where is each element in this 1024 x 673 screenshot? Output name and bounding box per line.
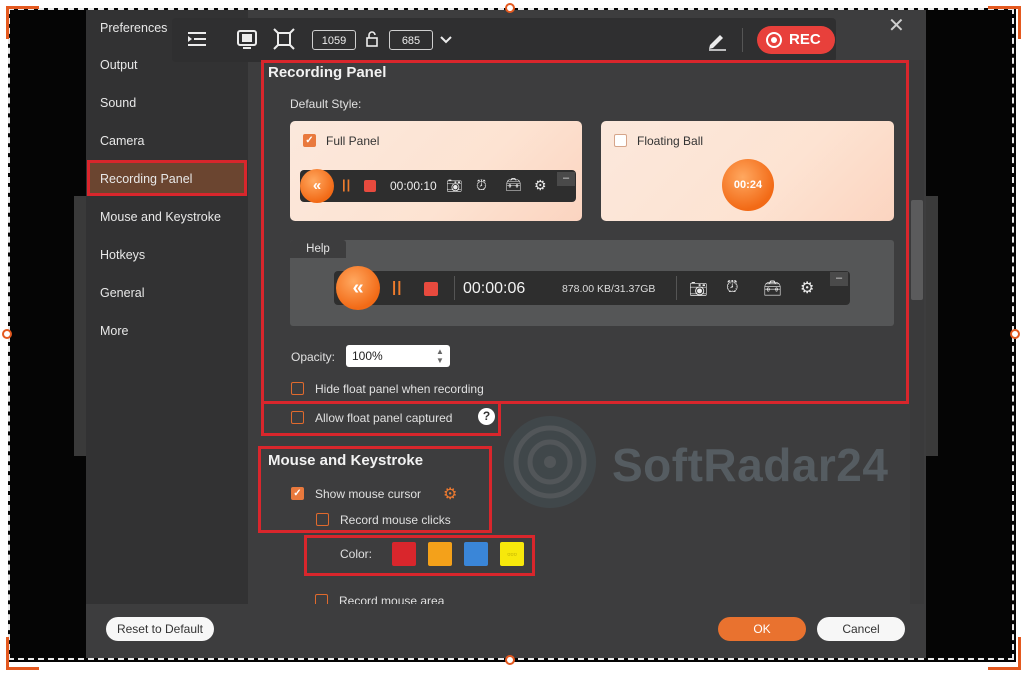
resize-handle-top[interactable] [505, 3, 515, 13]
resize-corner-bottom-left[interactable] [6, 637, 39, 670]
resize-handle-right[interactable] [1010, 329, 1020, 339]
resize-corner-top-left[interactable] [6, 6, 39, 39]
resize-handle-bottom[interactable] [505, 655, 515, 665]
resize-handle-left[interactable] [2, 329, 12, 339]
resize-corner-bottom-right[interactable] [988, 637, 1021, 670]
resize-corner-top-right[interactable] [988, 6, 1021, 39]
capture-region-border[interactable] [8, 8, 1014, 660]
